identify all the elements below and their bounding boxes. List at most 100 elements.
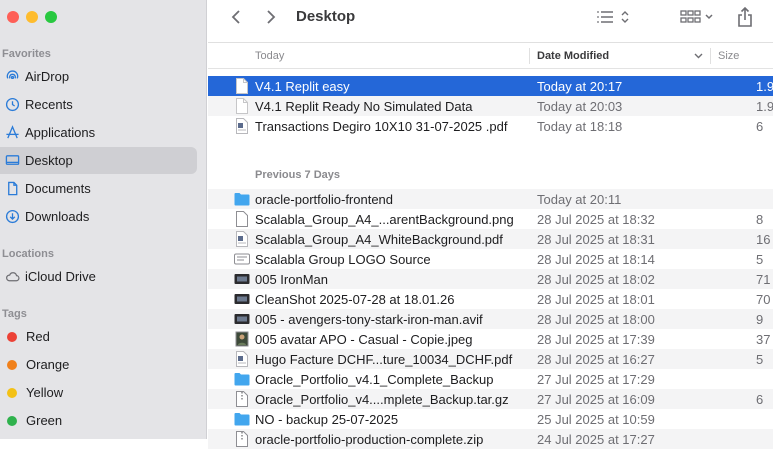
file-date: 28 Jul 2025 at 18:14 (537, 252, 655, 267)
file-row[interactable]: Scalabla_Group_A4_WhiteBackground.pdf 28… (208, 229, 773, 249)
file-row[interactable]: CleanShot 2025-07-28 at 18.01.26 28 Jul … (208, 289, 773, 309)
file-name: CleanShot 2025-07-28 at 18.01.26 (255, 292, 455, 307)
sidebar-item-label: Applications (25, 125, 96, 140)
forward-button[interactable] (261, 6, 281, 28)
file-row[interactable]: V4.1 Replit Ready No Simulated Data Toda… (208, 96, 773, 116)
video-file-icon (234, 314, 250, 324)
list-view-icon (597, 11, 629, 23)
file-name: Scalabla Group LOGO Source (255, 252, 431, 267)
share-icon (738, 6, 752, 27)
sort-descending-icon[interactable] (694, 53, 703, 59)
airdrop-icon (4, 69, 20, 85)
folder-icon (234, 413, 250, 426)
minimize-window-button[interactable] (26, 11, 38, 23)
pdf-file-icon (236, 231, 248, 247)
file-row[interactable]: 005 IronMan 28 Jul 2025 at 18:02 71 (208, 269, 773, 289)
file-name: V4.1 Replit easy (255, 79, 350, 94)
sidebar-item-icloud-drive[interactable]: iCloud Drive (0, 263, 197, 290)
video-file-icon (234, 274, 250, 284)
file-row[interactable]: Hugo Facture DCHF...ture_10034_DCHF.pdf … (208, 349, 773, 369)
archive-file-icon (236, 391, 248, 407)
sidebar-item-airdrop[interactable]: AirDrop (0, 63, 197, 90)
sidebar-item-recents[interactable]: Recents (0, 91, 197, 118)
file-date: 27 Jul 2025 at 17:29 (537, 372, 655, 387)
sidebar-tag-red[interactable]: Red (0, 323, 197, 350)
yellow-tag-dot-icon (7, 387, 17, 398)
sidebar-item-label: Documents (25, 181, 91, 196)
file-size: 6 (756, 119, 764, 134)
file-row[interactable]: oracle-portfolio-frontend Today at 20:11 (208, 189, 773, 209)
sidebar-item-label: Recents (25, 97, 73, 112)
file-name: Hugo Facture DCHF...ture_10034_DCHF.pdf (255, 352, 513, 367)
file-date: 28 Jul 2025 at 18:01 (537, 292, 655, 307)
window-title: Desktop (296, 8, 356, 25)
column-header-size[interactable]: Size (718, 50, 739, 62)
file-name: oracle-portfolio-production-complete.zip (255, 432, 484, 447)
column-header-date-modified[interactable]: Date Modified (537, 50, 609, 62)
file-size: 16 (756, 232, 771, 247)
file-date: 28 Jul 2025 at 18:32 (537, 212, 655, 227)
sidebar-tag-yellow[interactable]: Yellow (0, 379, 197, 406)
column-divider[interactable] (529, 48, 530, 64)
sidebar-item-applications[interactable]: Applications (0, 119, 197, 146)
tags-section-label: Tags (2, 308, 27, 320)
design-file-icon (234, 253, 250, 265)
desktop-icon (4, 153, 20, 169)
file-size: 1.9 (756, 79, 773, 94)
group-by-button[interactable] (678, 7, 718, 27)
file-row[interactable]: NO - backup 25-07-2025 25 Jul 2025 at 10… (208, 409, 773, 429)
group-header-previous-7-days: Previous 7 Days (255, 169, 340, 181)
chevron-right-icon (267, 10, 276, 24)
file-name: Transactions Degiro 10X10 31-07-2025 .pd… (255, 119, 508, 134)
sidebar-item-downloads[interactable]: Downloads (0, 203, 197, 230)
file-date: Today at 20:17 (537, 79, 623, 94)
column-divider[interactable] (710, 48, 711, 64)
sidebar-item-label: Green (26, 413, 63, 428)
sidebar-tag-green[interactable]: Green (0, 407, 197, 434)
grid-view-icon (680, 10, 713, 23)
file-row[interactable]: Scalabla_Group_A4_...arentBackground.png… (208, 209, 773, 229)
photo-file-icon (235, 331, 249, 347)
file-size: 1.9 (756, 99, 773, 114)
file-name: oracle-portfolio-frontend (255, 192, 394, 207)
file-size: 6 (756, 392, 764, 407)
file-row[interactable]: oracle-portfolio-production-complete.zip… (208, 429, 773, 449)
blank-file-icon (236, 98, 248, 114)
file-size: 9 (756, 312, 764, 327)
sidebar: Favorites AirDrop Recents Applications D… (0, 0, 207, 439)
folder-icon (234, 193, 250, 206)
file-name: Oracle_Portfolio_v4....mplete_Backup.tar… (255, 392, 509, 407)
file-date: 28 Jul 2025 at 18:31 (537, 232, 655, 247)
share-button[interactable] (734, 5, 756, 29)
download-icon (4, 209, 20, 225)
pdf-file-icon (236, 118, 248, 134)
back-button[interactable] (226, 6, 246, 28)
file-date: 28 Jul 2025 at 18:00 (537, 312, 655, 327)
sidebar-item-documents[interactable]: Documents (0, 175, 197, 202)
file-row[interactable]: Scalabla Group LOGO Source 28 Jul 2025 a… (208, 249, 773, 269)
sidebar-item-label: Red (26, 329, 50, 344)
text-file-icon (236, 78, 248, 94)
file-row[interactable]: Oracle_Portfolio_v4.1_Complete_Backup 27… (208, 369, 773, 389)
file-row[interactable]: Oracle_Portfolio_v4....mplete_Backup.tar… (208, 389, 773, 409)
file-row[interactable]: 005 avatar APO - Casual - Copie.jpeg 28 … (208, 329, 773, 349)
sidebar-item-desktop[interactable]: Desktop (0, 147, 197, 174)
red-tag-dot-icon (7, 331, 17, 342)
sidebar-tag-orange[interactable]: Orange (0, 351, 197, 378)
cloud-icon (4, 269, 20, 285)
file-row[interactable]: Transactions Degiro 10X10 31-07-2025 .pd… (208, 116, 773, 136)
file-date: 28 Jul 2025 at 17:39 (537, 332, 655, 347)
file-row[interactable]: V4.1 Replit easy Today at 20:17 1.9 (208, 76, 773, 96)
file-date: Today at 18:18 (537, 119, 623, 134)
toolbar: Desktop (208, 0, 773, 43)
file-row[interactable]: 005 - avengers-tony-stark-iron-man.avif … (208, 309, 773, 329)
sidebar-item-label: Desktop (25, 153, 73, 168)
zoom-window-button[interactable] (45, 11, 57, 23)
view-options-button[interactable] (594, 7, 634, 27)
column-header: Today Date Modified Size (208, 44, 773, 69)
close-window-button[interactable] (7, 11, 19, 23)
sidebar-item-label: Downloads (25, 209, 90, 224)
file-size: 5 (756, 252, 764, 267)
column-header-name[interactable]: Today (255, 50, 284, 62)
sidebar-item-label: iCloud Drive (25, 269, 96, 284)
